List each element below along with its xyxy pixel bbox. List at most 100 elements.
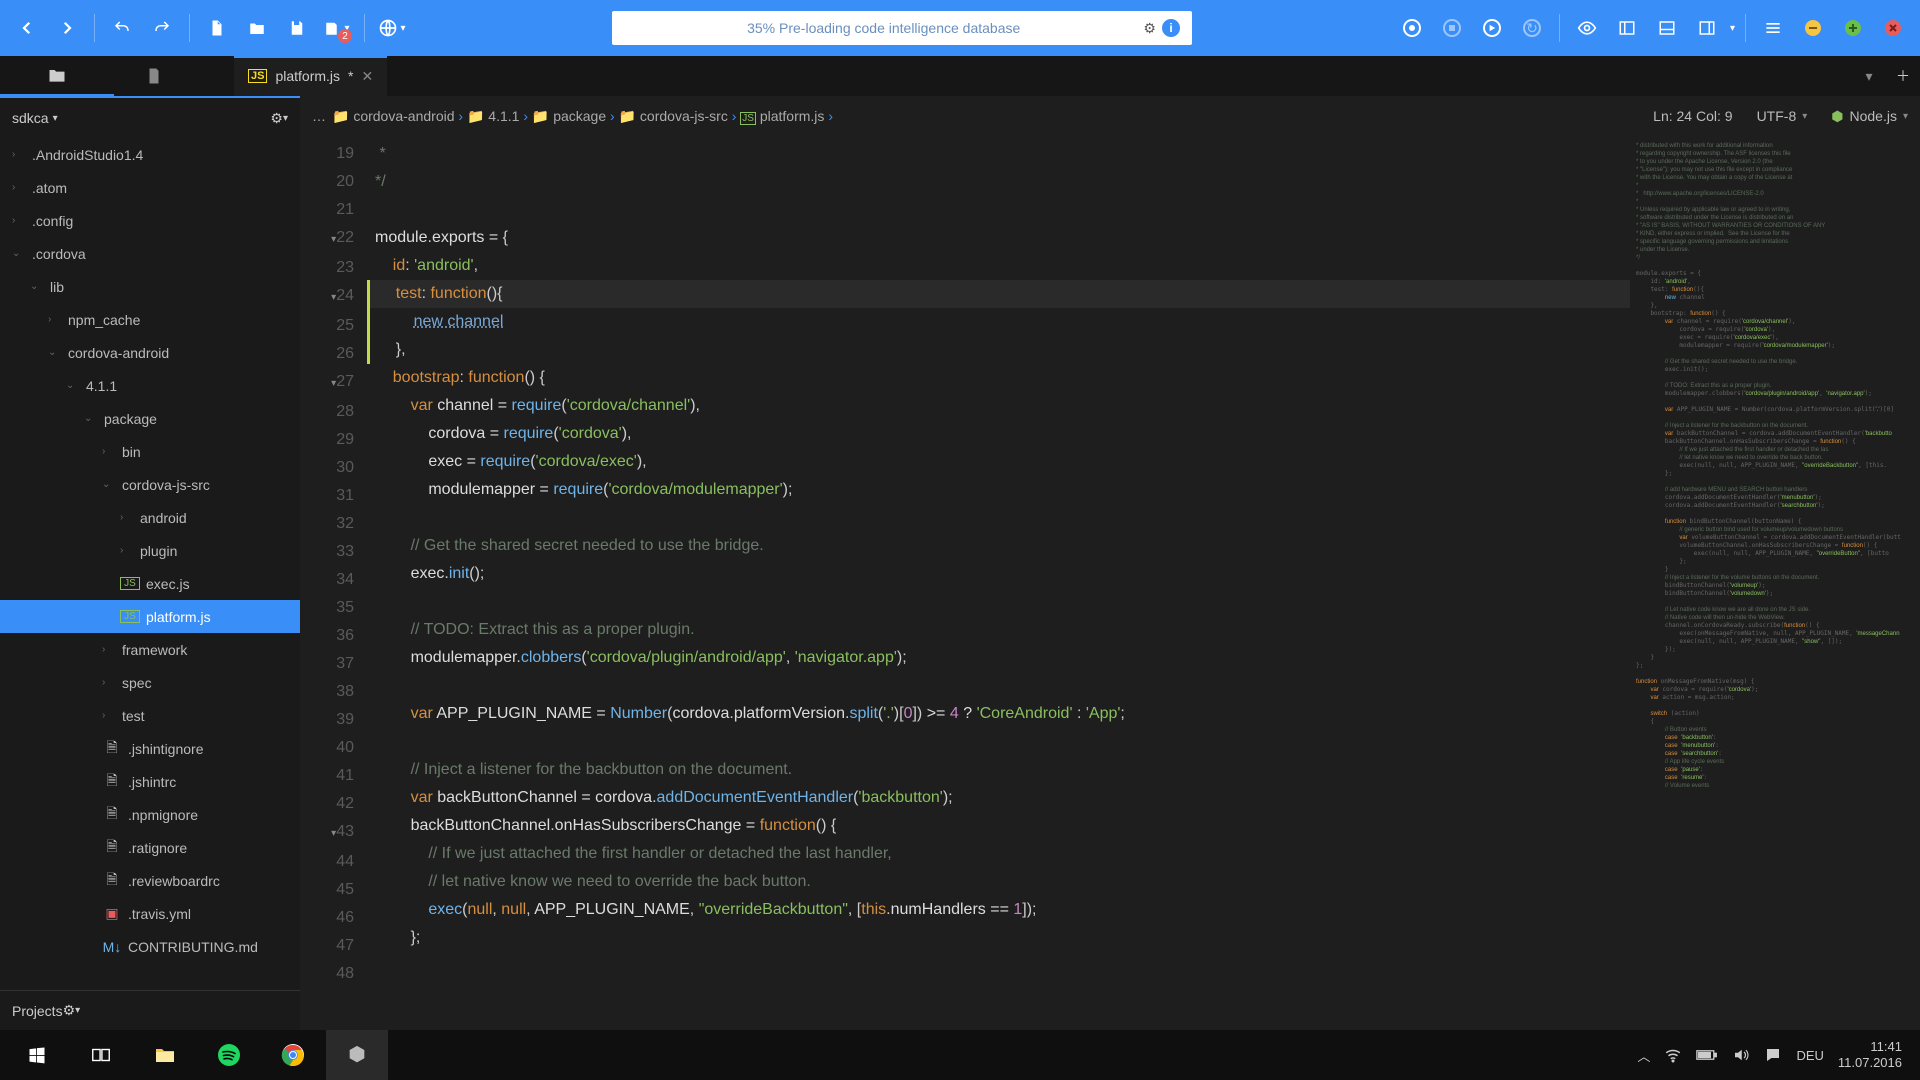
restart-button[interactable]: ↻ (1515, 11, 1549, 45)
minimize-button[interactable] (1796, 11, 1830, 45)
loading-text: 35% Pre-loading code intelligence databa… (624, 20, 1143, 36)
tab-overflow-icon[interactable]: ▾ (1852, 59, 1886, 93)
encoding[interactable]: UTF-8 (1757, 108, 1797, 124)
tab-filename: platform.js (275, 68, 340, 84)
info-icon[interactable]: i (1162, 19, 1180, 37)
tree-item[interactable]: 🗎.jshintignore (0, 732, 300, 765)
tree-item[interactable]: ›npm_cache (0, 303, 300, 336)
crumb-part[interactable]: 📁 4.1.1 (467, 108, 519, 124)
tree-item[interactable]: JSplatform.js (0, 600, 300, 633)
tree-item[interactable]: ▣.travis.yml (0, 897, 300, 930)
tab-platform-js[interactable]: JS platform.js * ✕ (234, 56, 387, 96)
tree-item[interactable]: 🗎.ratignore (0, 831, 300, 864)
file-tree: ›.AndroidStudio1.4›.atom›.config⌄.cordov… (0, 138, 300, 990)
notifications-icon[interactable] (1764, 1046, 1782, 1064)
tree-item[interactable]: ›.atom (0, 171, 300, 204)
gear-icon[interactable]: ⚙ (63, 1002, 76, 1019)
panel-left-icon[interactable] (1610, 11, 1644, 45)
crumb-part[interactable]: 📁 cordova-android (332, 108, 455, 124)
browser-button[interactable]: ▾ (375, 11, 409, 45)
save-button[interactable] (280, 11, 314, 45)
nodejs-icon: ⬢ (1831, 108, 1843, 125)
tree-item[interactable]: ›plugin (0, 534, 300, 567)
tree-item[interactable]: ⌄lib (0, 270, 300, 303)
taskbar: ︿ DEU 11:41 11.07.2016 (0, 1030, 1920, 1080)
tabs-row: JS platform.js * ✕ ▾ ＋ (0, 56, 1920, 96)
crumb-part[interactable]: 📁 cordova-js-src (619, 108, 728, 124)
crumb-part[interactable]: JS platform.js (740, 108, 824, 124)
battery-icon[interactable] (1696, 1048, 1718, 1062)
editor-body: 192021▾2223▾242526▾272829303132333435363… (300, 136, 1920, 1030)
tree-item[interactable]: ›android (0, 501, 300, 534)
tree-item[interactable]: ⌄cordova-js-src (0, 468, 300, 501)
panel-doc-icon[interactable] (114, 67, 194, 85)
language-mode[interactable]: Node.js (1850, 108, 1897, 124)
loading-status: 35% Pre-loading code intelligence databa… (612, 11, 1192, 45)
app-icon[interactable] (326, 1030, 388, 1080)
sidebar-footer[interactable]: Projects ⚙▾ (0, 990, 300, 1030)
tree-item[interactable]: ›framework (0, 633, 300, 666)
menu-icon[interactable] (1756, 11, 1790, 45)
file-explorer-icon[interactable] (134, 1030, 196, 1080)
tree-item[interactable]: 🗎.npmignore (0, 798, 300, 831)
tree-item[interactable]: 🗎.reviewboardrc (0, 864, 300, 897)
tree-item[interactable]: ›spec (0, 666, 300, 699)
clock[interactable]: 11:41 11.07.2016 (1838, 1039, 1902, 1071)
volume-icon[interactable] (1732, 1046, 1750, 1064)
sidebar-header[interactable]: sdkca ▾ ⚙▾ (0, 98, 300, 138)
new-file-button[interactable] (200, 11, 234, 45)
ellipsis-icon[interactable]: … (312, 108, 326, 124)
gear-icon[interactable]: ⚙ (270, 110, 283, 127)
back-button[interactable] (10, 11, 44, 45)
chrome-icon[interactable] (262, 1030, 324, 1080)
tree-item[interactable]: ›.AndroidStudio1.4 (0, 138, 300, 171)
system-tray: ︿ DEU 11:41 11.07.2016 (1637, 1039, 1914, 1071)
save-all-button[interactable]: 2▾ (320, 11, 354, 45)
undo-button[interactable] (105, 11, 139, 45)
cursor-position[interactable]: Ln: 24 Col: 9 (1653, 108, 1732, 124)
project-name: sdkca (12, 110, 49, 126)
tree-item[interactable]: ⌄package (0, 402, 300, 435)
tray-chevron-icon[interactable]: ︿ (1637, 1046, 1650, 1065)
stop-button[interactable] (1435, 11, 1469, 45)
record-button[interactable] (1395, 11, 1429, 45)
windows-start-icon[interactable] (6, 1030, 68, 1080)
wifi-icon[interactable] (1664, 1046, 1682, 1064)
tab-new-icon[interactable]: ＋ (1886, 59, 1920, 93)
maximize-button[interactable] (1836, 11, 1870, 45)
tree-item[interactable]: ⌄cordova-android (0, 336, 300, 369)
panel-right-icon[interactable] (1690, 11, 1724, 45)
gutter[interactable]: 192021▾2223▾242526▾272829303132333435363… (300, 136, 364, 1030)
tree-item[interactable]: JSexec.js (0, 567, 300, 600)
tree-item[interactable]: ›.config (0, 204, 300, 237)
tab-close-icon[interactable]: ✕ (362, 68, 374, 85)
forward-button[interactable] (50, 11, 84, 45)
minimap[interactable]: * distributed with this work for additio… (1630, 136, 1920, 1030)
spotify-icon[interactable] (198, 1030, 260, 1080)
keyboard-lang[interactable]: DEU (1796, 1048, 1823, 1063)
tree-item[interactable]: M↓CONTRIBUTING.md (0, 930, 300, 963)
tab-modified: * (348, 68, 353, 84)
crumb-part[interactable]: 📁 package (532, 108, 606, 124)
panel-folder-icon[interactable] (0, 56, 114, 96)
tree-item[interactable]: ⌄4.1.1 (0, 369, 300, 402)
sidebar: sdkca ▾ ⚙▾ ›.AndroidStudio1.4›.atom›.con… (0, 96, 300, 1030)
code-area[interactable]: **/ module.exports = { id: 'android', te… (364, 136, 1630, 1030)
task-view-icon[interactable] (70, 1030, 132, 1080)
close-button[interactable] (1876, 11, 1910, 45)
tree-item[interactable]: 🗎.jshintrc (0, 765, 300, 798)
play-button[interactable] (1475, 11, 1509, 45)
tree-item[interactable]: ⌄.cordova (0, 237, 300, 270)
eye-icon[interactable] (1570, 11, 1604, 45)
projects-label: Projects (12, 1003, 63, 1019)
js-icon: JS (248, 69, 267, 83)
main-toolbar: 2▾ ▾ 35% Pre-loading code intelligence d… (0, 0, 1920, 56)
panel-bottom-icon[interactable] (1650, 11, 1684, 45)
breadcrumb: … 📁 cordova-android › 📁 4.1.1 › 📁 packag… (300, 96, 1920, 136)
clock-date: 11.07.2016 (1838, 1055, 1902, 1071)
tree-item[interactable]: ›test (0, 699, 300, 732)
open-file-button[interactable] (240, 11, 274, 45)
redo-button[interactable] (145, 11, 179, 45)
tree-item[interactable]: ›bin (0, 435, 300, 468)
gear-icon[interactable]: ⚙ (1143, 20, 1156, 37)
